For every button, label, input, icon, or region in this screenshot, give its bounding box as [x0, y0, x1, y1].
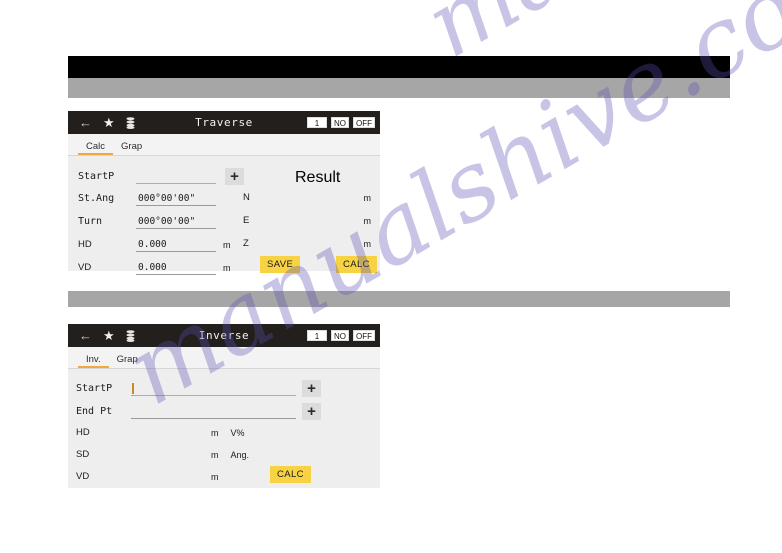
- inverse-form: StartP + End Pt + HD m V% SD m Ang. VD m…: [68, 369, 380, 488]
- inverse-screen: ← ★ Inverse 1 NO OFF Inv. Grap StartP + …: [68, 324, 380, 488]
- label-hd: HD: [78, 239, 92, 250]
- result-unit-e: m: [363, 215, 372, 226]
- input-startp[interactable]: [136, 169, 216, 184]
- tab-grap[interactable]: Grap: [109, 354, 146, 368]
- inverse-titlebar: ← ★ Inverse 1 NO OFF: [68, 324, 380, 347]
- row-st-ang: St.Ang 000°00'00": [78, 191, 216, 206]
- traverse-titlebar-icons: ← ★: [73, 116, 135, 129]
- add-end-pt-button[interactable]: +: [302, 403, 321, 420]
- inverse-titlebar-icons: ← ★: [73, 329, 135, 342]
- unit-hd: m: [211, 427, 219, 438]
- result-label-n: N: [243, 192, 250, 203]
- result-unit-z: m: [363, 238, 372, 249]
- status-badge-no[interactable]: NO: [331, 117, 349, 128]
- row-hd: HD m V%: [76, 427, 245, 438]
- add-startp-button[interactable]: +: [302, 380, 321, 397]
- label-sd: SD: [76, 449, 90, 460]
- label-end-pt: End Pt: [76, 406, 113, 417]
- value-startp: [134, 394, 136, 395]
- back-arrow-icon[interactable]: ←: [79, 116, 92, 129]
- page-banner-gray-middle: [68, 291, 730, 307]
- label-vd: VD: [76, 471, 90, 482]
- row-startp: StartP +: [76, 380, 321, 397]
- status-badge-no[interactable]: NO: [331, 330, 349, 341]
- row-hd: HD 0.000 m: [78, 237, 231, 252]
- text-caret: [132, 383, 134, 394]
- label-turn: Turn: [78, 216, 103, 227]
- status-badge-off[interactable]: OFF: [353, 117, 375, 128]
- status-badge-number[interactable]: 1: [307, 117, 327, 128]
- value-end-pt: [131, 417, 133, 418]
- result-header: Result: [295, 169, 341, 186]
- unit-vd: m: [223, 262, 231, 273]
- label-startp: StartP: [76, 383, 113, 394]
- row-startp: StartP +: [78, 168, 244, 185]
- label-v-percent: V%: [230, 427, 245, 438]
- calc-button[interactable]: CALC: [336, 256, 377, 273]
- tab-grap[interactable]: Grap: [113, 141, 150, 155]
- result-row-e: E m: [243, 215, 371, 226]
- page-banner-black: [68, 56, 730, 78]
- result-label-z: Z: [243, 238, 249, 249]
- inverse-tabbar: Inv. Grap: [68, 347, 380, 369]
- label-hd: HD: [76, 427, 90, 438]
- result-row-n: N m: [243, 192, 371, 203]
- traverse-tabbar: Calc Grap: [68, 134, 380, 156]
- status-badge-number[interactable]: 1: [307, 330, 327, 341]
- unit-vd: m: [211, 471, 219, 482]
- input-vd[interactable]: 0.000: [136, 260, 216, 275]
- label-startp: StartP: [78, 171, 115, 182]
- value-turn: 000°00'00": [138, 216, 196, 227]
- back-arrow-icon[interactable]: ←: [79, 329, 92, 342]
- calc-button[interactable]: CALC: [270, 466, 311, 483]
- status-badge-off[interactable]: OFF: [353, 330, 375, 341]
- traverse-status-badges: 1 NO OFF: [307, 117, 375, 128]
- page-banner-gray-top: [68, 78, 730, 98]
- traverse-screen: ← ★ Traverse 1 NO OFF Calc Grap StartP +…: [68, 111, 380, 275]
- value-vd: 0.000: [138, 262, 167, 273]
- row-turn: Turn 000°00'00": [78, 214, 216, 229]
- add-startp-button[interactable]: +: [225, 168, 244, 185]
- save-button[interactable]: SAVE: [260, 256, 301, 273]
- row-sd: SD m Ang.: [76, 449, 249, 460]
- input-hd[interactable]: 0.000: [136, 237, 216, 252]
- input-turn[interactable]: 000°00'00": [136, 214, 216, 229]
- value-startp: [136, 182, 138, 183]
- input-end-pt[interactable]: [131, 404, 296, 419]
- unit-sd: m: [211, 449, 219, 460]
- tab-inv[interactable]: Inv.: [78, 354, 109, 368]
- result-unit-n: m: [363, 192, 372, 203]
- star-icon[interactable]: ★: [103, 116, 115, 129]
- star-icon[interactable]: ★: [103, 329, 115, 342]
- row-end-pt: End Pt +: [76, 403, 321, 420]
- input-startp[interactable]: [131, 381, 296, 396]
- row-vd: VD 0.000 m: [78, 260, 231, 275]
- result-row-z: Z m: [243, 238, 371, 249]
- row-vd: VD m: [76, 471, 219, 482]
- stack-icon[interactable]: [126, 116, 135, 129]
- tab-calc[interactable]: Calc: [78, 141, 114, 155]
- inverse-status-badges: 1 NO OFF: [307, 330, 375, 341]
- unit-hd: m: [223, 239, 231, 250]
- label-st-ang: St.Ang: [78, 193, 115, 204]
- traverse-titlebar: ← ★ Traverse 1 NO OFF: [68, 111, 380, 134]
- value-st-ang: 000°00'00": [138, 193, 196, 204]
- traverse-form: StartP + St.Ang 000°00'00" Turn 000°00'0…: [68, 156, 380, 275]
- value-hd: 0.000: [138, 239, 167, 250]
- result-label-e: E: [243, 215, 250, 226]
- label-ang: Ang.: [230, 449, 250, 460]
- input-st-ang[interactable]: 000°00'00": [136, 191, 216, 206]
- stack-icon[interactable]: [126, 329, 135, 342]
- label-vd: VD: [78, 262, 92, 273]
